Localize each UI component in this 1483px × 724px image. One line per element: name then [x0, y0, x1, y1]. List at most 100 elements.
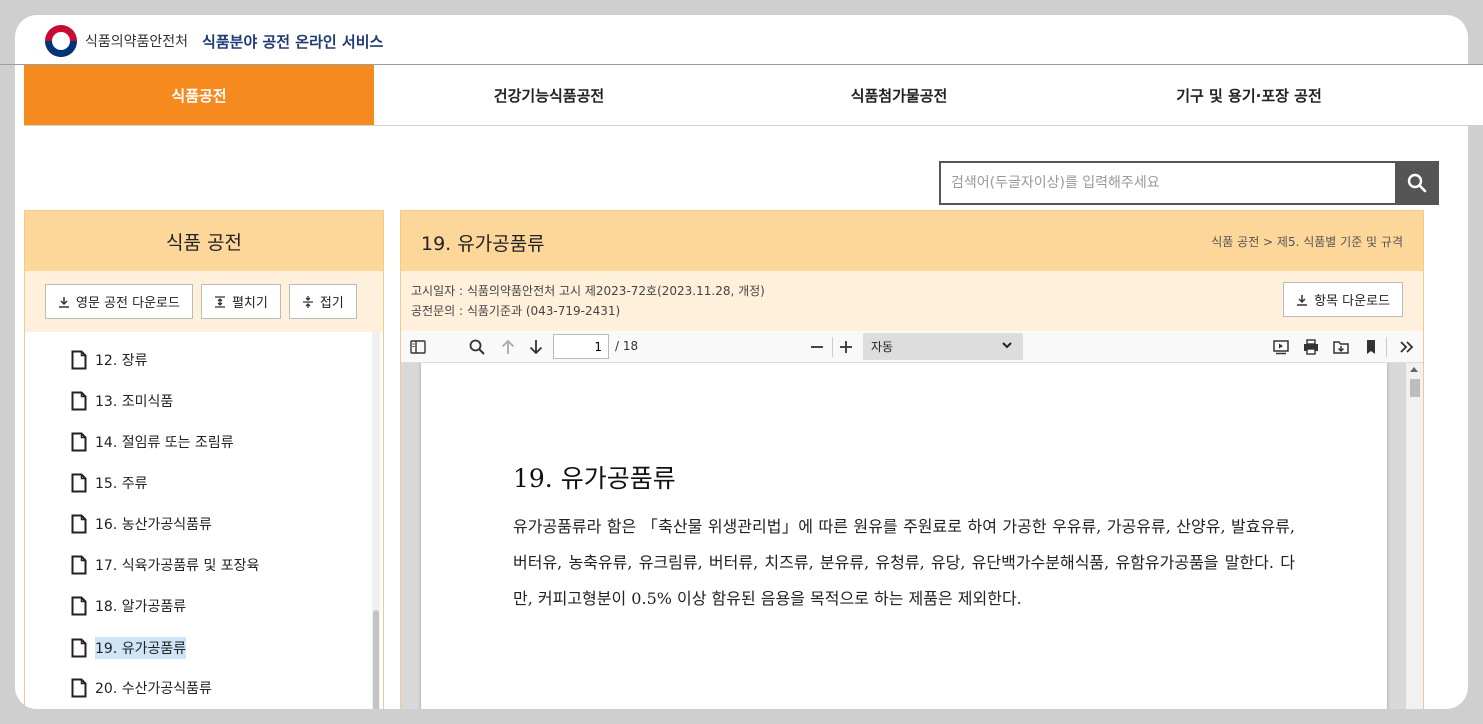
item-download-button[interactable]: 항목 다운로드 — [1283, 282, 1403, 317]
doc-heading: 19. 유가공품류 — [513, 464, 676, 493]
zoom-out-button[interactable] — [807, 337, 827, 357]
scroll-up-arrow-icon[interactable] — [1410, 367, 1418, 372]
header-divider — [0, 64, 1483, 65]
download-icon — [1297, 294, 1308, 306]
sidebar-scrollbar[interactable] — [372, 332, 380, 709]
doc-paragraph: 유가공품류라 함은 「축산물 위생관리법」에 따른 원유를 주원료로 하여 가공… — [513, 517, 1295, 608]
plus-icon — [840, 341, 852, 353]
item-download-label: 항목 다운로드 — [1314, 294, 1390, 309]
service-name[interactable]: 식품분야 공전 온라인 서비스 — [202, 31, 383, 52]
expand-button[interactable]: 펼치기 — [200, 284, 281, 319]
document-icon — [71, 678, 87, 698]
search-bar — [939, 161, 1439, 205]
toolbar-separator — [1386, 337, 1387, 357]
tree-item-label: 13. 조미식품 — [95, 394, 174, 410]
tree-item[interactable]: 20. 수산가공식품류 — [71, 678, 212, 698]
tree-item-label: 19. 유가공품류 — [95, 637, 187, 659]
tree-item[interactable]: 18. 알가공품류 — [71, 596, 186, 616]
page-number-input[interactable] — [553, 334, 609, 359]
sidebar-toggle-button[interactable] — [408, 337, 428, 357]
sidebar-title: 식품 공전 — [25, 211, 383, 271]
category-tree: 12. 장류 13. 조미식품 14. 절임류 또는 조림류 15. 주류 16… — [25, 332, 383, 709]
tree-item-label: 15. 주류 — [95, 476, 148, 492]
tree-item[interactable]: 17. 식육가공품류 및 포장육 — [71, 555, 259, 575]
tab-food-additives[interactable]: 식품첨가물공전 — [724, 65, 1074, 125]
breadcrumb: 식품 공전 > 제5. 식품별 기준 및 규격 — [1211, 235, 1403, 249]
bookmark-button[interactable] — [1361, 337, 1381, 357]
download-icon — [59, 296, 69, 308]
notice-date: 고시일자 : 식품의약품안전처 고시 제2023-72호(2023.11.28,… — [411, 284, 765, 298]
minus-icon — [811, 346, 823, 348]
pdf-toolbar: / 18 자동 — [401, 331, 1423, 363]
tabs-spacer — [1424, 65, 1483, 125]
tab-food-code[interactable]: 식품공전 — [24, 65, 374, 125]
expand-icon — [214, 295, 225, 308]
toolbar-separator — [832, 337, 833, 357]
tree-item-label: 20. 수산가공식품류 — [95, 681, 212, 697]
inquiry-contact: 공전문의 : 식품기준과 (043-719-2431) — [411, 304, 621, 318]
tree-item[interactable]: 14. 절임류 또는 조림류 — [71, 432, 234, 452]
tree-item-label: 18. 알가공품류 — [95, 599, 187, 615]
search-icon — [469, 339, 485, 355]
pdf-viewport[interactable]: 19. 유가공품류 유가공품류라 함은 「축산물 위생관리법」에 따른 원유를 … — [401, 363, 1423, 709]
tree-item[interactable]: 13. 조미식품 — [71, 391, 173, 411]
print-icon — [1304, 339, 1318, 355]
presentation-mode-button[interactable] — [1271, 337, 1291, 357]
taegeuk-logo-icon — [45, 25, 77, 57]
zoom-select[interactable]: 자동 — [863, 333, 1023, 360]
tree-item-label: 17. 식육가공품류 및 포장육 — [95, 558, 260, 574]
zoom-value: 자동 — [871, 340, 894, 354]
document-icon — [71, 638, 87, 658]
next-page-button[interactable] — [526, 337, 546, 357]
arrow-up-icon — [501, 339, 515, 354]
sidebar: 식품 공전 영문 공전 다운로드 펼치기 접기 12. 장류 13. 조미식품 … — [24, 210, 384, 709]
search-button[interactable] — [1395, 161, 1439, 205]
collapse-button[interactable]: 접기 — [288, 284, 357, 319]
sidebar-actions: 영문 공전 다운로드 펼치기 접기 — [25, 271, 383, 332]
tree-item[interactable]: 12. 장류 — [71, 350, 147, 370]
double-chevron-right-icon — [1400, 341, 1414, 353]
content-header: 19. 유가공품류 식품 공전 > 제5. 식품별 기준 및 규격 — [401, 211, 1423, 271]
content-info: 고시일자 : 식품의약품안전처 고시 제2023-72호(2023.11.28,… — [401, 271, 1423, 331]
pdf-scroll-thumb[interactable] — [1410, 379, 1420, 397]
print-button[interactable] — [1301, 337, 1321, 357]
site-logo[interactable]: 식품의약품안전처 식품분야 공전 온라인 서비스 — [45, 25, 383, 57]
org-name: 식품의약품안전처 — [85, 34, 189, 50]
tab-health-functional-food[interactable]: 건강기능식품공전 — [374, 65, 724, 125]
collapse-icon — [302, 295, 313, 308]
search-input[interactable] — [939, 161, 1395, 205]
search-icon — [1407, 173, 1427, 193]
sidebar-scroll-thumb[interactable] — [373, 610, 379, 709]
main-tabs: 식품공전 건강기능식품공전 식품첨가물공전 기구 및 용기·포장 공전 — [24, 65, 1483, 126]
document-icon — [71, 391, 87, 411]
pdf-page: 19. 유가공품류 유가공품류라 함은 「축산물 위생관리법」에 따른 원유를 … — [421, 363, 1387, 709]
tab-utensils-containers[interactable]: 기구 및 용기·포장 공전 — [1074, 65, 1424, 125]
tree-item[interactable]: 16. 농산가공식품류 — [71, 514, 212, 534]
document-icon — [71, 432, 87, 452]
tree-item-selected[interactable]: 19. 유가공품류 — [71, 637, 187, 659]
document-icon — [71, 514, 87, 534]
document-icon — [71, 596, 87, 616]
expand-label: 펼치기 — [231, 296, 268, 311]
pdf-scrollbar[interactable] — [1406, 363, 1423, 709]
english-download-button[interactable]: 영문 공전 다운로드 — [45, 284, 193, 319]
more-tools-button[interactable] — [1396, 337, 1416, 357]
tree-item-label: 14. 절임류 또는 조림류 — [95, 435, 234, 451]
sidebar-toggle-icon — [410, 340, 426, 354]
presentation-icon — [1273, 340, 1289, 355]
zoom-in-button[interactable] — [836, 337, 856, 357]
content-title: 19. 유가공품류 — [421, 233, 545, 255]
collapse-label: 접기 — [319, 296, 344, 311]
chevron-down-icon — [1002, 342, 1012, 349]
document-icon — [71, 555, 87, 575]
document-icon — [71, 473, 87, 493]
page-total: / 18 — [615, 339, 639, 353]
arrow-down-icon — [529, 340, 543, 355]
bookmark-icon — [1367, 340, 1375, 354]
document-icon — [71, 350, 87, 370]
previous-page-button[interactable] — [498, 337, 518, 357]
english-download-label: 영문 공전 다운로드 — [76, 296, 180, 311]
find-button[interactable] — [467, 337, 487, 357]
save-button[interactable] — [1331, 337, 1351, 357]
tree-item[interactable]: 15. 주류 — [71, 473, 147, 493]
